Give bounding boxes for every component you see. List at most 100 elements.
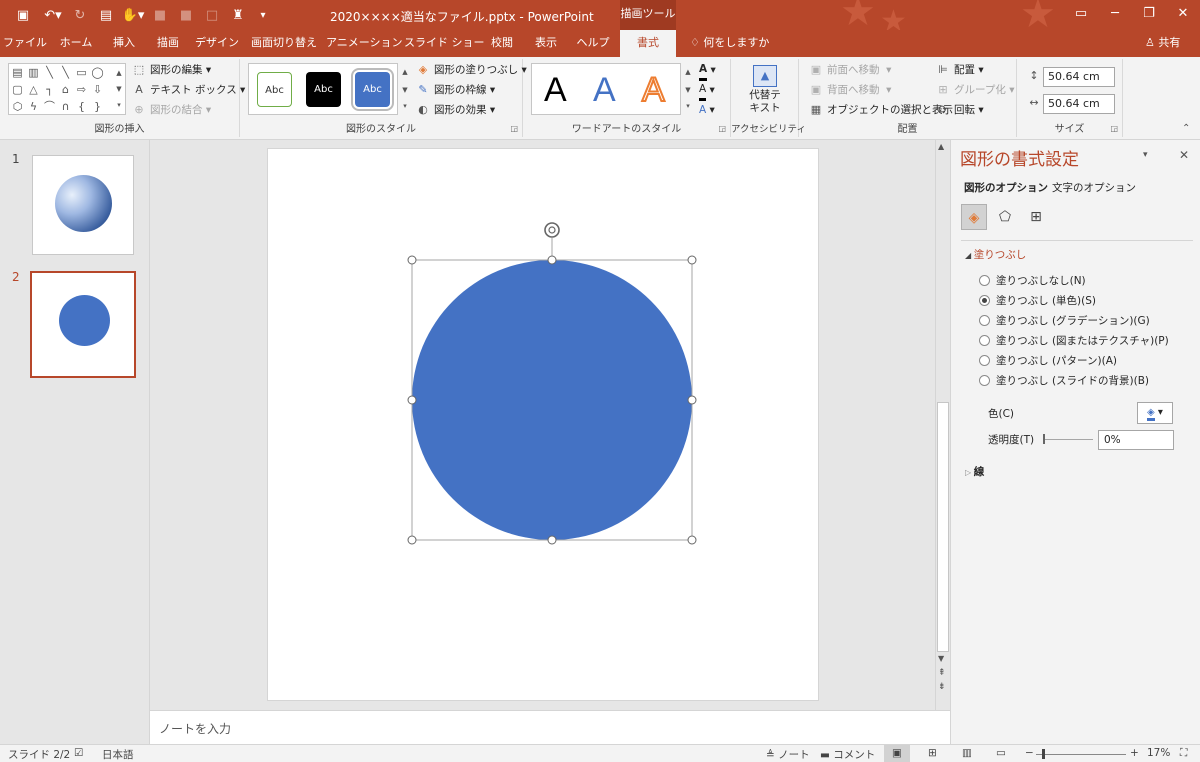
spellcheck-icon[interactable]: ☑ xyxy=(74,747,83,759)
dialog-launcher-icon[interactable]: ◲ xyxy=(718,124,726,133)
send-backward-button[interactable]: ▣ 背面へ移動 ▾ xyxy=(809,81,892,99)
collapse-ribbon-icon[interactable]: ⌃ xyxy=(1182,123,1190,134)
dialog-launcher-icon[interactable]: ◲ xyxy=(510,124,518,133)
style-sample-blue[interactable]: Abc xyxy=(351,68,394,111)
previous-slide-icon[interactable]: ⇞ xyxy=(938,668,946,678)
group-button[interactable]: ⊞ グループ化 ▾ xyxy=(936,81,1014,99)
tab-insert[interactable]: 挿入 xyxy=(104,30,144,57)
shape-height-input[interactable]: 50.64 cm xyxy=(1043,67,1115,87)
restore-button[interactable]: ❐ xyxy=(1131,0,1167,30)
text-outline-button[interactable]: A ▾ xyxy=(699,81,715,101)
minimize-button[interactable]: ─ xyxy=(1097,0,1133,30)
scroll-up-icon[interactable]: ▲ xyxy=(938,142,944,151)
bring-front-icon[interactable]: ■ xyxy=(152,7,168,23)
merge-shapes-button[interactable]: ⊕ 図形の結合 ▾ xyxy=(132,101,211,119)
freeform-shape-icon[interactable]: ⬡ xyxy=(11,100,24,113)
slide-sorter-icon[interactable]: ⊞ xyxy=(928,747,937,759)
ribbon-display-options-icon[interactable]: ▭ xyxy=(1063,0,1099,30)
radio-gradient-fill[interactable]: 塗りつぶし (グラデーション)(G) xyxy=(979,312,1150,328)
styles-more-icon[interactable]: ▾ xyxy=(399,99,411,113)
shape-fill-button[interactable]: ◈ 図形の塗りつぶし ▾ xyxy=(416,61,527,79)
transparency-slider-handle[interactable] xyxy=(1043,434,1045,444)
language-indicator[interactable]: 日本語 xyxy=(102,747,134,762)
transparency-slider[interactable] xyxy=(1043,439,1093,440)
close-pane-icon[interactable]: ✕ xyxy=(1179,148,1189,162)
wordart-sample-orange[interactable]: A xyxy=(641,70,666,110)
tab-animations[interactable]: アニメーション xyxy=(326,30,403,57)
group-icon[interactable]: □ xyxy=(204,7,220,23)
text-effects-button[interactable]: A ▾ xyxy=(699,101,715,119)
transparency-input[interactable]: 0% xyxy=(1098,430,1174,450)
gallery-up-icon[interactable]: ▲ xyxy=(113,66,125,80)
rounded-rect-shape-icon[interactable]: ▢ xyxy=(11,83,24,96)
textbox-shape-icon[interactable]: ▤ xyxy=(11,66,24,79)
edit-shape-button[interactable]: ⬚ 図形の編集 ▾ xyxy=(132,61,211,79)
selected-circle-shape[interactable] xyxy=(412,260,692,540)
elbow-connector-shape-icon[interactable]: ┐ xyxy=(43,83,56,96)
pentagon-shape-icon[interactable]: ⌂ xyxy=(59,83,72,96)
tab-design[interactable]: デザイン xyxy=(192,30,242,57)
arc-shape-icon[interactable]: ⌒ xyxy=(43,100,56,113)
arrow-line-shape-icon[interactable]: ╲ xyxy=(59,66,72,79)
undo-icon[interactable]: ↶▾ xyxy=(40,7,66,23)
tab-text-options[interactable]: 文字のオプション xyxy=(1052,180,1136,195)
resize-handle-top-right[interactable] xyxy=(687,255,697,265)
styles-up-icon[interactable]: ▲ xyxy=(399,65,411,79)
tab-home[interactable]: ホーム xyxy=(52,30,100,57)
effects-pentagon-icon[interactable]: ⬠ xyxy=(992,204,1018,230)
slide-thumbnail-1[interactable] xyxy=(32,155,134,255)
right-brace-shape-icon[interactable]: } xyxy=(91,100,104,113)
tab-review[interactable]: 校閲 xyxy=(482,30,522,57)
wordart-sample-black[interactable]: A xyxy=(544,70,567,110)
down-arrow-shape-icon[interactable]: ⇩ xyxy=(91,83,104,96)
line-section-toggle[interactable]: ▷ 線 xyxy=(965,464,984,479)
slide-thumbnail-2[interactable] xyxy=(30,271,136,378)
radio-pattern-fill[interactable]: 塗りつぶし (パターン)(A) xyxy=(979,352,1117,368)
dialog-launcher-icon[interactable]: ◲ xyxy=(1110,124,1118,133)
resize-handle-top-left[interactable] xyxy=(407,255,417,265)
wordart-more-icon[interactable]: ▾ xyxy=(682,99,694,113)
start-slideshow-icon[interactable]: ▤ xyxy=(98,7,114,23)
close-button[interactable]: ✕ xyxy=(1165,0,1200,30)
radio-solid-fill[interactable]: 塗りつぶし (単色)(S) xyxy=(979,292,1096,308)
tab-transitions[interactable]: 画面切り替え xyxy=(248,30,320,57)
style-sample-outline[interactable]: Abc xyxy=(257,72,292,107)
reading-view-icon[interactable]: ▥ xyxy=(962,747,972,759)
vertical-scrollbar[interactable]: ▲ ▼ ⇞ ⇟ xyxy=(935,140,950,710)
tab-slideshow[interactable]: スライド ショー xyxy=(404,30,485,57)
right-arrow-shape-icon[interactable]: ⇨ xyxy=(75,83,88,96)
left-brace-shape-icon[interactable]: { xyxy=(75,100,88,113)
lightning-shape-icon[interactable]: ϟ xyxy=(27,100,40,113)
tab-draw[interactable]: 描画 xyxy=(148,30,188,57)
shape-styles-gallery[interactable]: Abc Abc Abc xyxy=(248,63,398,115)
selection-pane-button[interactable]: ▦ オブジェクトの選択と表示 xyxy=(809,101,953,119)
text-fill-button[interactable]: A ▾ xyxy=(699,61,716,81)
rotation-handle-icon[interactable] xyxy=(544,222,560,238)
normal-view-icon[interactable]: ▣ xyxy=(884,745,910,762)
wordart-up-icon[interactable]: ▲ xyxy=(682,65,694,79)
presentation-icon[interactable]: ♜ xyxy=(230,7,246,23)
rotate-button[interactable]: ⟳ 回転 ▾ xyxy=(936,101,983,119)
slide-canvas[interactable] xyxy=(267,148,819,701)
vertical-textbox-shape-icon[interactable]: ▥ xyxy=(27,66,40,79)
rectangle-shape-icon[interactable]: ▭ xyxy=(75,66,88,79)
send-back-icon[interactable]: ■ xyxy=(178,7,194,23)
shape-width-input[interactable]: 50.64 cm xyxy=(1043,94,1115,114)
fill-line-icon[interactable]: ◈ xyxy=(961,204,987,230)
style-sample-dark[interactable]: Abc xyxy=(306,72,341,107)
zoom-slider-handle[interactable] xyxy=(1042,749,1045,759)
resize-handle-top[interactable] xyxy=(547,255,557,265)
wordart-sample-blue[interactable]: A xyxy=(593,70,616,110)
alt-text-button[interactable]: ▲ 代替テ キスト xyxy=(731,61,799,117)
shape-outline-button[interactable]: ✎ 図形の枠線 ▾ xyxy=(416,81,495,99)
wordart-down-icon[interactable]: ▼ xyxy=(682,83,694,97)
tab-view[interactable]: 表示 xyxy=(526,30,566,57)
shapes-gallery[interactable]: ▤ ▥ ╲ ╲ ▭ ◯ ▢ △ ┐ ⌂ ⇨ ⇩ ⬡ ϟ ⌒ ∩ { } ▲ ▼ … xyxy=(8,63,126,115)
comments-toggle[interactable]: ▬ コメント xyxy=(820,747,875,762)
align-button[interactable]: ⊫ 配置 ▾ xyxy=(936,61,983,79)
size-properties-icon[interactable]: ⊞ xyxy=(1023,204,1049,230)
radio-picture-fill[interactable]: 塗りつぶし (図またはテクスチャ)(P) xyxy=(979,332,1169,348)
zoom-level[interactable]: 17% xyxy=(1147,747,1170,759)
save-icon[interactable]: ▣ xyxy=(14,7,32,23)
bring-forward-button[interactable]: ▣ 前面へ移動 ▾ xyxy=(809,61,892,79)
